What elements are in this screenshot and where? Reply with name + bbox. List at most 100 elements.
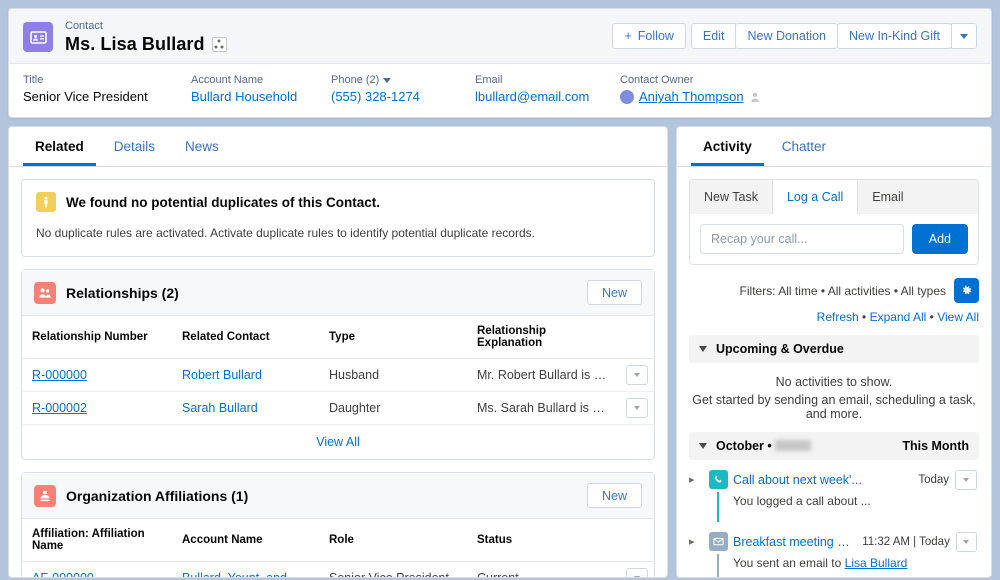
- field-phone: Phone (2) (555) 328-1274: [331, 73, 475, 106]
- new-donation-button[interactable]: New Donation: [735, 23, 838, 49]
- row-actions-button[interactable]: [626, 568, 648, 577]
- activity-filters-text: Filters: All time • All activities • All…: [739, 283, 946, 298]
- timeline-item-row: Call about next week'... Today: [733, 470, 977, 490]
- column-related-contact[interactable]: Related Contact: [172, 316, 319, 359]
- left-column: Related Details News We found no potenti…: [8, 126, 668, 578]
- list-item: ▸ Breakfast meeting ne... 11:32 AM | Tod…: [689, 522, 979, 577]
- activity-row-actions-button[interactable]: [955, 470, 977, 490]
- add-button[interactable]: Add: [911, 224, 968, 254]
- cell-relationship-number: R-000000: [22, 358, 172, 392]
- link-separator: •: [862, 310, 867, 324]
- column-account-name[interactable]: Account Name: [172, 519, 319, 562]
- tab-log-a-call[interactable]: Log a Call: [771, 180, 859, 214]
- cell-account-name: Bullard, Yount, and Sherma...: [172, 561, 319, 577]
- upcoming-overdue-section-header[interactable]: Upcoming & Overdue: [689, 335, 979, 363]
- column-row-actions: [620, 316, 654, 359]
- call-icon: [708, 470, 728, 489]
- refresh-link[interactable]: Refresh: [817, 310, 859, 324]
- activity-subject-link[interactable]: Call about next week'...: [733, 473, 912, 487]
- field-phone-value: (555) 328-1274: [331, 88, 457, 106]
- relationship-number-link[interactable]: R-000002: [32, 401, 87, 415]
- field-email-label: Email: [475, 74, 503, 86]
- row-actions-button[interactable]: [626, 365, 648, 385]
- chevron-down-icon[interactable]: [383, 78, 392, 83]
- cell-row-actions: [620, 358, 654, 392]
- month-section-header[interactable]: October • This Month: [689, 432, 979, 460]
- tab-chatter[interactable]: Chatter: [770, 127, 838, 166]
- table-header-row: Affiliation: Affiliation Name Account Na…: [22, 519, 654, 562]
- phone-link[interactable]: (555) 328-1274: [331, 88, 420, 106]
- relationships-icon: [34, 281, 56, 304]
- field-email-value: lbullard@email.com: [475, 88, 602, 106]
- relationships-view-all: View All: [22, 425, 654, 459]
- related-contact-link[interactable]: Robert Bullard: [182, 368, 262, 382]
- column-status[interactable]: Status: [467, 519, 620, 562]
- affiliations-header: Organization Affiliations (1) New: [22, 473, 654, 519]
- edit-button[interactable]: Edit: [690, 23, 737, 49]
- upcoming-overdue-title: Upcoming & Overdue: [716, 342, 844, 356]
- tab-details[interactable]: Details: [102, 127, 167, 166]
- activity-description-text: You sent an email to: [733, 556, 842, 570]
- column-relationship-number[interactable]: Relationship Number: [22, 316, 172, 359]
- contact-record-page: Contact Ms. Lisa Bullard + Follow Edit N…: [0, 0, 1000, 580]
- follow-button[interactable]: + Follow: [612, 23, 686, 49]
- contact-card-icon: [23, 22, 53, 52]
- recap-call-input[interactable]: [700, 224, 904, 254]
- tab-new-task[interactable]: New Task: [690, 180, 772, 214]
- related-contact-link[interactable]: Sarah Bullard: [182, 401, 258, 415]
- relationships-new-button[interactable]: New: [586, 280, 642, 305]
- row-actions-button[interactable]: [626, 398, 648, 418]
- expand-item-chevron-right-icon[interactable]: ▸: [689, 470, 703, 486]
- list-item: ▸ Call about next week'... Today You log…: [689, 460, 979, 522]
- activity-row-actions-button[interactable]: [955, 532, 977, 552]
- column-relationship-explanation[interactable]: Relationship Explanation: [467, 316, 620, 359]
- contact-owner-link[interactable]: Aniyah Thompson: [639, 88, 744, 106]
- tab-related[interactable]: Related: [23, 127, 96, 166]
- tab-email[interactable]: Email: [858, 180, 917, 214]
- account-name-link[interactable]: Bullard Household: [191, 88, 297, 106]
- expand-item-chevron-right-icon[interactable]: ▸: [689, 532, 703, 548]
- gear-icon[interactable]: [954, 278, 979, 303]
- cell-related-contact: Robert Bullard: [172, 358, 319, 392]
- field-title-label: Title: [23, 74, 44, 86]
- primary-action-group: Edit New Donation New In-Kind Gift: [690, 23, 977, 49]
- view-all-link[interactable]: View All: [937, 310, 979, 324]
- duplicates-header: We found no potential duplicates of this…: [22, 180, 654, 216]
- relationships-view-all-link[interactable]: View All: [316, 435, 360, 449]
- hierarchy-icon[interactable]: [211, 36, 227, 52]
- more-actions-button[interactable]: [951, 23, 977, 49]
- relationships-card: Relationships (2) New Relationship Numbe…: [21, 269, 655, 460]
- expand-all-link[interactable]: Expand All: [870, 310, 927, 324]
- tab-news[interactable]: News: [173, 127, 231, 166]
- chevron-down-icon: [960, 33, 968, 39]
- activity-subject-link[interactable]: Breakfast meeting ne...: [733, 535, 856, 549]
- timeline-item-row: Breakfast meeting ne... 11:32 AM | Today: [733, 532, 977, 552]
- publisher-box: Add: [689, 214, 979, 265]
- table-row: AF-000000 Bullard, Yount, and Sherma... …: [22, 561, 654, 577]
- record-tabs: Related Details News: [9, 127, 667, 167]
- affiliation-name-link[interactable]: AF-000000: [32, 571, 94, 577]
- activity-chatter-tabs: Activity Chatter: [677, 127, 991, 167]
- field-contact-owner-value: Aniyah Thompson: [620, 88, 761, 106]
- affiliation-account-link[interactable]: Bullard, Yount, and Sherma...: [182, 571, 319, 577]
- month-section-right-label: This Month: [902, 439, 969, 453]
- relationship-number-link[interactable]: R-000000: [32, 368, 87, 382]
- tab-activity[interactable]: Activity: [691, 127, 764, 166]
- activity-timestamp: Today: [918, 474, 949, 486]
- highlights-fields: Title Senior Vice President Account Name…: [9, 63, 991, 117]
- affiliations-new-button[interactable]: New: [586, 483, 642, 508]
- field-phone-label-text: Phone (2): [331, 74, 380, 86]
- activity-related-contact-link[interactable]: Lisa Bullard: [845, 556, 908, 570]
- timeline-item-body: Call about next week'... Today You logge…: [733, 470, 979, 508]
- duplicates-subtitle: No duplicate rules are activated. Activa…: [36, 226, 535, 240]
- column-type[interactable]: Type: [319, 316, 467, 359]
- follow-button-label: Follow: [637, 29, 674, 43]
- new-in-kind-gift-button[interactable]: New In-Kind Gift: [836, 23, 952, 49]
- field-contact-owner: Contact Owner Aniyah Thompson: [620, 73, 779, 106]
- cell-row-actions: [620, 391, 654, 425]
- column-affiliation-name[interactable]: Affiliation: Affiliation Name: [22, 519, 172, 562]
- column-role[interactable]: Role: [319, 519, 467, 562]
- chevron-down-icon: [699, 443, 707, 449]
- email-link[interactable]: lbullard@email.com: [475, 88, 589, 106]
- chevron-down-icon: [699, 346, 707, 352]
